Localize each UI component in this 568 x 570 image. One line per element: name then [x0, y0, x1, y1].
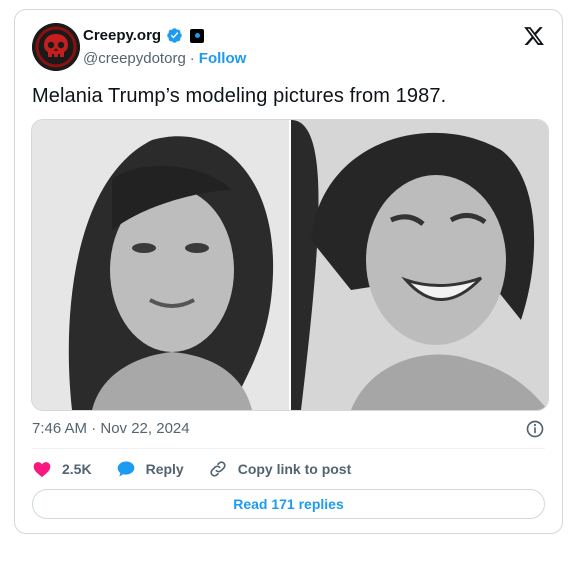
author-name-row: Creepy.org: [83, 27, 205, 44]
copy-link-label: Copy link to post: [237, 461, 352, 477]
display-name[interactable]: Creepy.org: [83, 27, 161, 44]
photo-left[interactable]: [32, 120, 289, 410]
like-button[interactable]: 2.5K: [32, 459, 92, 479]
action-bar: 2.5K Reply Copy link to post: [32, 459, 375, 479]
tweet-text: Melania Trump’s modeling pictures from 1…: [32, 85, 447, 107]
verified-badge-icon: [167, 28, 182, 43]
link-icon: [210, 461, 226, 477]
author-handle[interactable]: @creepydotorg: [83, 50, 186, 67]
info-icon[interactable]: [525, 419, 545, 439]
affiliate-badge-icon: [190, 28, 205, 43]
reply-label: Reply: [145, 461, 184, 477]
heart-icon: [33, 462, 51, 477]
avatar[interactable]: [32, 23, 80, 71]
red-skull-icon: [32, 23, 80, 71]
tweet-card: Creepy.org @creepydotorg · Follow Melani…: [14, 9, 563, 534]
media-grid[interactable]: [31, 119, 549, 411]
separator: ·: [189, 50, 195, 67]
read-replies-button[interactable]: Read 171 replies: [32, 489, 545, 519]
like-count: 2.5K: [62, 461, 92, 477]
copy-link-button[interactable]: Copy link to post: [208, 459, 352, 479]
timestamp[interactable]: 7:46 AM · Nov 22, 2024: [32, 420, 190, 437]
handle-row: @creepydotorg · Follow: [83, 50, 246, 67]
reply-bubble-icon: [117, 461, 134, 477]
photo-right[interactable]: [291, 120, 548, 410]
reply-button[interactable]: Reply: [116, 459, 184, 479]
divider: [32, 448, 545, 449]
x-logo-icon[interactable]: [523, 25, 545, 47]
follow-button[interactable]: Follow: [199, 50, 247, 67]
